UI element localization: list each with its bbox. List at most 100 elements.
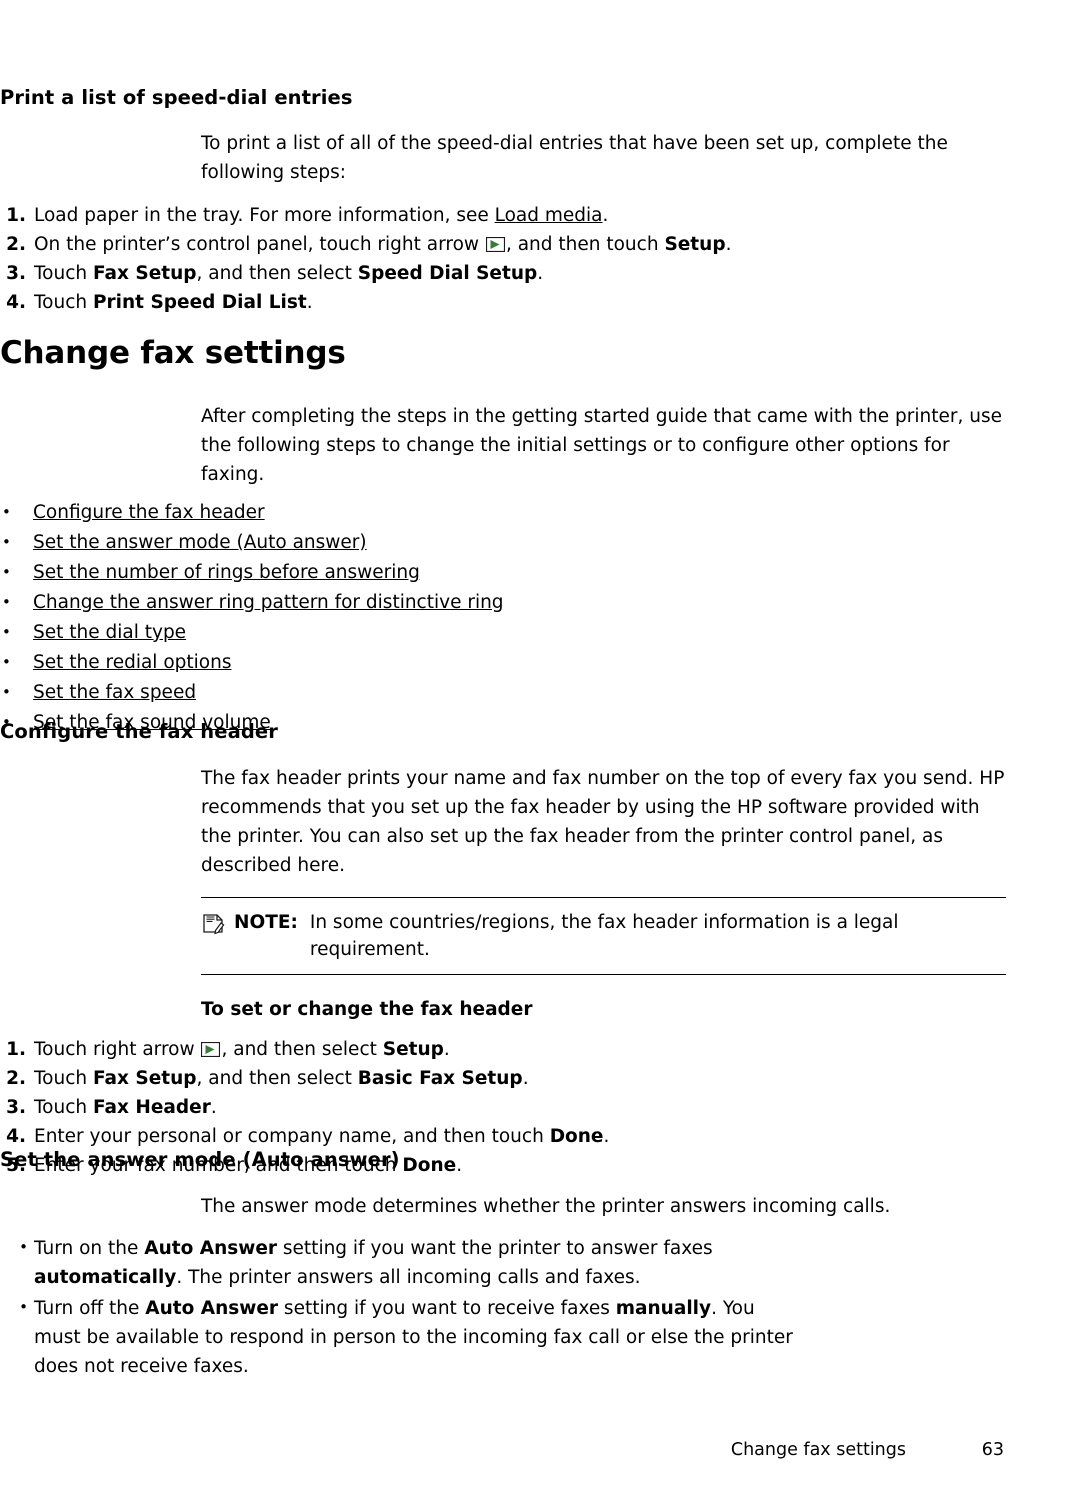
step-item: 3. Touch Fax Setup, and then select Spee… [0,259,820,288]
bullet-text-b2: automatically [34,1267,177,1288]
note-text: In some countries/regions, the fax heade… [309,912,899,960]
right-arrow-icon [201,1037,221,1058]
link-load-media[interactable]: Load media [495,205,603,226]
section-configure-fax-header: Configure the fax header The fax header … [0,720,1080,1180]
bullet-icon: • [2,503,11,521]
bullet-icon: • [2,683,11,701]
bullet-icon: • [2,593,11,611]
right-arrow-icon [485,232,506,253]
step-text-pre: Load paper in the tray. For more informa… [34,205,495,226]
link-set-answer-mode[interactable]: Set the answer mode (Auto answer) [33,532,367,553]
bullet-text-p1: Turn on the [34,1238,145,1259]
bullets-auto-answer: • Turn on the Auto Answer setting if you… [0,1234,805,1381]
paragraph-configure-fax-header: The fax header prints your name and fax … [201,768,1005,876]
step-text-post: . [725,234,732,255]
step-text-post: . [602,205,609,226]
heading-change-fax-settings: Change fax settings [0,335,346,371]
step-text-bold: Fax Setup [92,263,197,284]
section-set-answer-mode: Set the answer mode (Auto answer) The an… [0,1148,1080,1381]
heading-set-answer-mode: Set the answer mode (Auto answer) [0,1148,400,1171]
step-number: 1. [6,205,26,226]
list-item: • Set the number of rings before answerin… [0,558,1080,588]
paragraph-change-fax-settings: After completing the steps in the gettin… [201,406,1002,485]
link-set-redial-options[interactable]: Set the redial options [33,652,231,673]
step-text-mid: , and then select [196,263,358,284]
bullet-text-p1: Turn off the [34,1298,146,1319]
link-set-number-of-rings[interactable]: Set the number of rings before answering [33,562,420,583]
step-text-pre: On the printer’s control panel, touch ri… [34,234,485,255]
note-bottom-rule [201,974,1006,975]
bullet-icon: • [19,1238,28,1256]
step-item: 3. Touch Fax Header. [0,1093,820,1122]
link-configure-fax-header[interactable]: Configure the fax header [33,502,265,523]
step-text-post: . [306,292,313,313]
link-set-dial-type[interactable]: Set the dial type [33,622,186,643]
step-text-pre: Touch [34,292,93,313]
step-text-bold2: Basic Fax Setup [357,1068,523,1089]
step-number: 4. [6,1126,26,1147]
bullet-text-b1: Auto Answer [144,1238,278,1259]
step-text-post: . [537,263,544,284]
bullet-text-b2: manually [615,1298,712,1319]
step-text-bold2: Speed Dial Setup [357,263,538,284]
step-text-pre: Enter your personal or company name, and… [34,1126,550,1147]
link-change-answer-ring-pattern[interactable]: Change the answer ring pattern for disti… [33,592,504,613]
step-number: 4. [6,292,26,313]
section-print-speed-dial: Print a list of speed-dial entries To pr… [0,86,1080,317]
step-text-pre: Touch [34,263,93,284]
bullet-icon: • [2,653,11,671]
bullet-text-b1: Auto Answer [145,1298,279,1319]
steps-print-speed-dial: 1. Load paper in the tray. For more info… [0,201,820,317]
step-number: 3. [6,1097,26,1118]
paragraph-set-answer-mode: The answer mode determines whether the p… [201,1196,891,1217]
paragraph-print-speed-dial-intro: To print a list of all of the speed-dial… [201,133,948,183]
step-text-mid: , and then touch [505,234,665,255]
step-text-pre: Touch right arrow [34,1039,201,1060]
list-item: • Set the redial options [0,648,1080,678]
bullet-icon: • [2,533,11,551]
link-set-fax-speed[interactable]: Set the fax speed [33,682,196,703]
step-text-bold: Fax Header [92,1097,211,1118]
list-item: • Change the answer ring pattern for dist… [0,588,1080,618]
note-label: NOTE: [234,912,298,933]
bullet-text-p2: setting if you want to receive faxes [278,1298,616,1319]
step-text-pre: Touch [34,1097,93,1118]
step-text-bold: Setup [664,234,726,255]
heading-configure-fax-header: Configure the fax header [0,720,278,743]
step-text-bold: Fax Setup [92,1068,197,1089]
list-item: • Turn on the Auto Answer setting if you… [0,1234,805,1292]
step-item: 4. Touch Print Speed Dial List. [0,288,820,317]
list-item: • Turn off the Auto Answer setting if yo… [0,1294,805,1381]
step-text-post: . [603,1126,610,1147]
footer-page-number: 63 [981,1440,1004,1460]
bullet-icon: • [2,563,11,581]
step-item: 1. Touch right arrow , and then select S… [0,1035,820,1064]
bullet-icon: • [2,623,11,641]
step-text-mid: , and then select [221,1039,383,1060]
step-item: 2. On the printer’s control panel, touch… [0,230,820,259]
step-number: 3. [6,263,26,284]
footer-section-label: Change fax settings [730,1440,906,1460]
list-item: • Set the dial type [0,618,1080,648]
section-change-fax-settings: Change fax settings After completing the… [0,335,1080,738]
document-page: Print a list of speed-dial entries To pr… [0,0,1080,1495]
step-number: 2. [6,234,26,255]
step-number: 2. [6,1068,26,1089]
heading-print-speed-dial: Print a list of speed-dial entries [0,86,353,109]
step-text-pre: Touch [34,1068,93,1089]
step-item: 4. Enter your personal or company name, … [0,1122,820,1151]
list-item: • Set the answer mode (Auto answer) [0,528,1080,558]
note-box: NOTE: In some countries/regions, the fax… [201,897,1006,975]
step-text-bold: Print Speed Dial List [92,292,307,313]
step-item: 2. Touch Fax Setup, and then select Basi… [0,1064,820,1093]
list-item: • Set the fax speed [0,678,1080,708]
step-number: 1. [6,1039,26,1060]
note-content: NOTE: In some countries/regions, the fax… [201,898,1006,974]
step-text-post: . [210,1097,217,1118]
note-icon [201,911,225,935]
bullet-text-p3: . The printer answers all incoming calls… [176,1267,641,1288]
bullet-icon: • [19,1298,28,1316]
step-text-post: . [522,1068,529,1089]
step-text-bold: Done [549,1126,604,1147]
step-text-post: . [443,1039,450,1060]
